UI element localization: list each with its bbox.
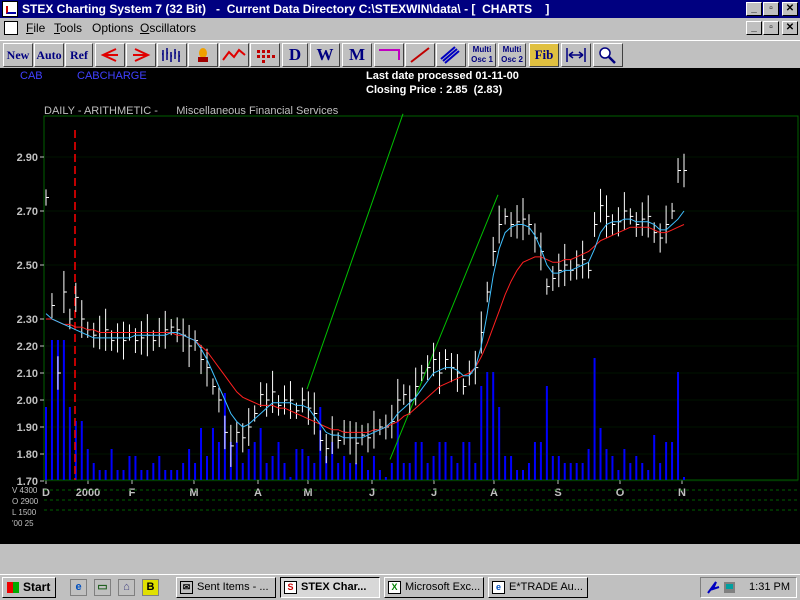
excel-icon: X <box>388 581 401 594</box>
x-tick-label: D <box>42 487 50 499</box>
y-tick-label: 1.90 <box>17 422 38 434</box>
menu-oscillators[interactable]: Oscillators <box>140 18 196 38</box>
app-icon[interactable] <box>2 1 18 17</box>
auto-button[interactable]: Auto <box>34 43 64 67</box>
channel-icon <box>440 46 460 64</box>
ie-icon: e <box>492 581 505 594</box>
scroll-left-button[interactable] <box>95 43 125 67</box>
horizontal-line-icon <box>379 49 400 60</box>
task-stex-charts[interactable]: S STEX Char... <box>280 577 380 598</box>
quicklaunch-channels-icon[interactable]: ⌂ <box>118 579 135 596</box>
volume-label: '00 25 <box>12 519 34 528</box>
document-icon[interactable] <box>4 21 18 35</box>
new-button[interactable]: New <box>3 43 33 67</box>
clock: 1:31 PM <box>749 581 790 593</box>
close-button[interactable]: ✕ <box>782 2 798 16</box>
x-tick-label: J <box>369 487 375 499</box>
menu-options[interactable]: Options <box>92 18 133 38</box>
draw-trendline-button[interactable] <box>405 43 435 67</box>
x-tick-label: F <box>129 487 136 499</box>
volume-label: V 4300 <box>12 486 38 495</box>
y-tick-label: 2.10 <box>17 368 38 380</box>
x-tick-label: M <box>303 487 312 499</box>
stex-icon: S <box>284 581 297 594</box>
minimize-button[interactable]: _ <box>746 2 762 16</box>
line-chart-button[interactable] <box>219 43 249 67</box>
trendline-icon <box>410 47 430 63</box>
quicklaunch-ie-icon[interactable]: e <box>70 579 87 596</box>
y-tick-label: 2.70 <box>17 206 38 218</box>
bar-chart-button[interactable] <box>157 43 187 67</box>
quicklaunch-b-icon[interactable]: B <box>142 579 159 596</box>
arrow-right-icon <box>133 48 151 62</box>
scroll-right-button[interactable] <box>126 43 156 67</box>
arrow-left-icon <box>100 48 118 62</box>
draw-horizontal-button[interactable] <box>374 43 404 67</box>
task-sent-items[interactable]: ✉ Sent Items - ... <box>176 577 276 598</box>
start-button[interactable]: Start <box>2 577 56 598</box>
magnifier-icon <box>599 47 616 64</box>
price-bars-icon <box>162 48 180 62</box>
restore-button[interactable]: ▫ <box>763 2 779 16</box>
candle-button[interactable] <box>188 43 218 67</box>
child-minimize-button[interactable]: _ <box>746 21 762 35</box>
daily-button[interactable]: D <box>282 43 308 67</box>
draw-channel-button[interactable] <box>436 43 466 67</box>
child-close-button[interactable]: ✕ <box>782 21 798 35</box>
point-figure-button[interactable] <box>250 43 280 67</box>
system-tray: 1:31 PM <box>700 577 797 598</box>
line-chart-icon <box>222 48 246 61</box>
x-tick-label: A <box>254 487 262 499</box>
quicklaunch-desktop-icon[interactable]: ▭ <box>94 579 111 596</box>
candle-icon <box>198 48 208 62</box>
x-tick-label: O <box>616 487 625 499</box>
fibonacci-button[interactable]: Fib <box>529 43 559 67</box>
y-tick-label: 2.90 <box>17 152 38 164</box>
taskbar: Start e ▭ ⌂ B ✉ Sent Items - ... S STEX Ch… <box>0 574 800 600</box>
multi-osc-2-button[interactable]: Multi Osc 2 <box>498 43 526 67</box>
price-chart[interactable]: 2.902.702.502.302.202.102.001.901.801.70… <box>0 68 800 544</box>
child-restore-button[interactable]: ▫ <box>763 21 779 35</box>
title-bar: STEX Charting System 7 (32 Bit) - Curren… <box>0 0 800 18</box>
y-tick-label: 2.00 <box>17 395 38 407</box>
x-tick-label: J <box>431 487 437 499</box>
volume-label: L 1500 <box>12 508 37 517</box>
y-tick-label: 2.30 <box>17 314 38 326</box>
weekly-button[interactable]: W <box>310 43 340 67</box>
monthly-button[interactable]: M <box>342 43 372 67</box>
y-tick-label: 2.20 <box>17 341 38 353</box>
tray-icons[interactable] <box>704 578 740 597</box>
grid-icon <box>257 50 275 63</box>
toolbar: New Auto Ref D W M Multi Osc 1 Multi Osc 2… <box>0 40 800 69</box>
measure-button[interactable] <box>561 43 591 67</box>
upper-channel-line <box>306 113 404 390</box>
ref-button[interactable]: Ref <box>65 43 93 67</box>
x-tick-label: S <box>554 487 561 499</box>
window-title: STEX Charting System 7 (32 Bit) - Curren… <box>22 2 550 16</box>
menu-bar: File Tools Options Oscillators _ ▫ ✕ <box>0 18 800 38</box>
mail-icon: ✉ <box>180 581 193 594</box>
zoom-button[interactable] <box>593 43 623 67</box>
task-etrade[interactable]: e E*TRADE Au... <box>488 577 588 598</box>
double-arrow-icon <box>566 48 586 62</box>
y-tick-label: 2.50 <box>17 260 38 272</box>
y-tick-label: 1.80 <box>17 449 38 461</box>
menu-file[interactable]: File <box>26 18 45 38</box>
x-tick-label: M <box>189 487 198 499</box>
menu-tools[interactable]: Tools <box>54 18 82 38</box>
x-tick-label: A <box>490 487 498 499</box>
x-tick-label: N <box>678 487 686 499</box>
multi-osc-1-button[interactable]: Multi Osc 1 <box>468 43 496 67</box>
volume-label: O 2900 <box>12 497 39 506</box>
chart-window[interactable]: CAB CABCHARGE Last date processed 01-11-… <box>0 68 800 544</box>
x-tick-label: 2000 <box>76 487 100 499</box>
task-microsoft-excel[interactable]: X Microsoft Exc... <box>384 577 484 598</box>
